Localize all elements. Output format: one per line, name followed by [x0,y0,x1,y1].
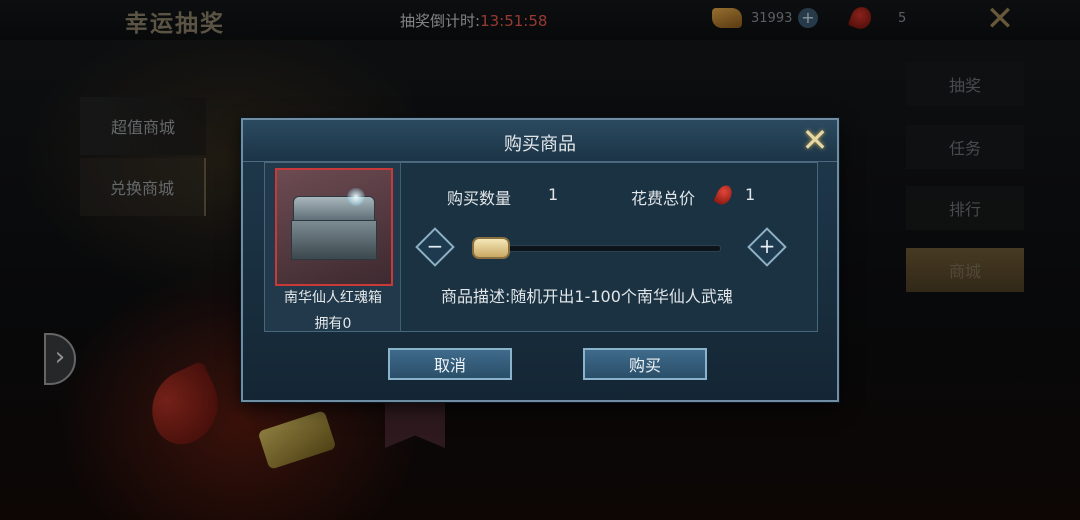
minus-icon: − [426,234,444,258]
quantity-slider-track[interactable] [487,245,721,252]
plus-icon: + [758,234,776,258]
red-pepper-icon [713,182,735,208]
item-panel: 南华仙人红魂箱 拥有0 [265,163,401,332]
treasure-chest-body [291,220,377,260]
item-name: 南华仙人红魂箱 [284,290,382,306]
buy-button[interactable]: 购买 [583,348,707,380]
item-slot[interactable] [275,168,393,286]
increase-quantity-button[interactable]: + [747,227,787,267]
close-icon[interactable]: ✕ [799,124,831,157]
item-owned-count: 拥有0 [314,316,352,332]
cost-value: 1 [745,185,756,204]
cancel-label: 取消 [433,356,466,375]
quantity-slider-handle[interactable] [472,237,510,259]
item-description: 商品描述:随机开出1-100个南华仙人武魂 [441,287,733,306]
dialog-header: 购买商品 ✕ [243,120,837,162]
cost-label: 花费总价 [631,189,696,208]
decrease-quantity-button[interactable]: − [415,227,455,267]
quantity-value: 1 [548,185,559,204]
sparkle-icon [347,188,365,206]
buy-label: 购买 [628,356,661,375]
dialog-content: 南华仙人红魂箱 拥有0 购买数量 1 花费总价 1 − + 商品描述:随机开出1… [264,162,818,332]
dialog-title: 购买商品 [504,134,576,155]
quantity-label: 购买数量 [447,189,512,208]
purchase-dialog: 购买商品 ✕ 南华仙人红魂箱 拥有0 购买数量 1 花费总价 1 − + 商品描… [241,118,839,402]
cancel-button[interactable]: 取消 [388,348,512,380]
